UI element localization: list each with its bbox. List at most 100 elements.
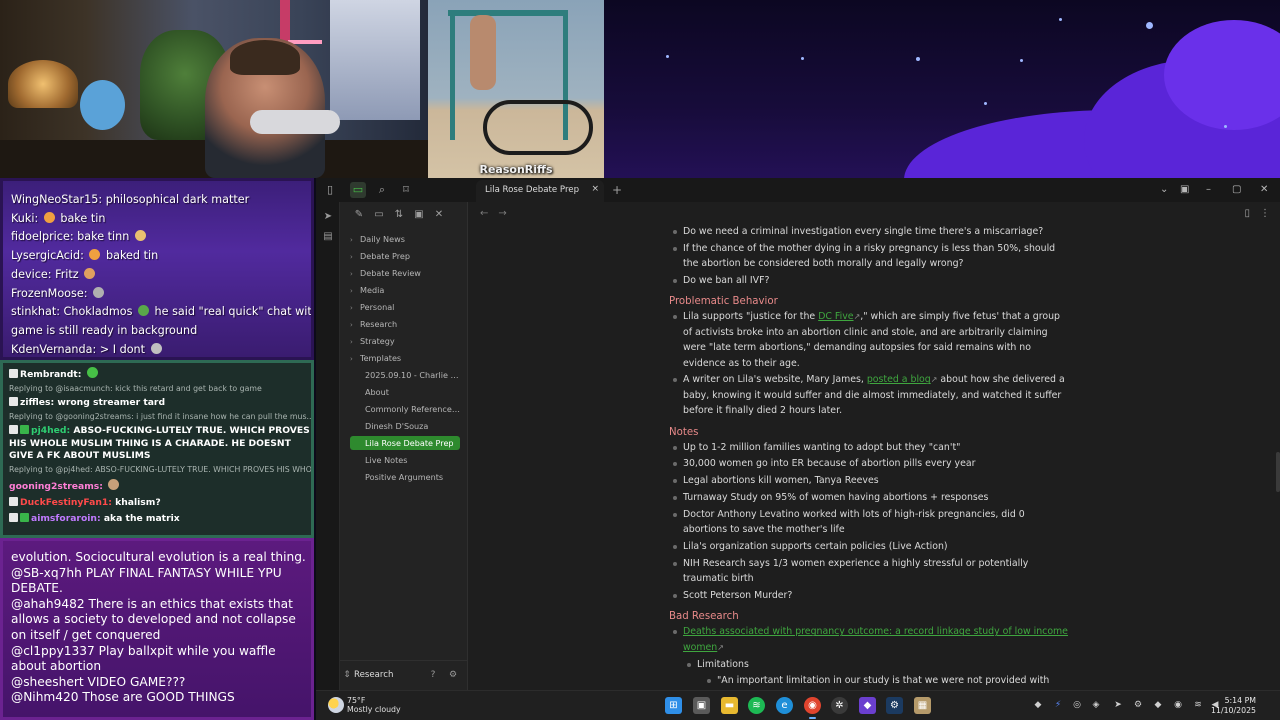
folder-daily-news[interactable]: › Daily News: [350, 232, 460, 246]
close-window-icon[interactable]: ✕: [1260, 183, 1268, 197]
chat-reply-context: Replying to @isaacmunch: kick this retar…: [9, 384, 262, 394]
folder-icon[interactable]: ▭: [350, 182, 366, 198]
badge-icon: [9, 513, 18, 523]
chat-message: game is still ready in background: [11, 323, 198, 337]
new-folder-icon[interactable]: ▭: [372, 208, 386, 222]
chat-message: @Nihm420 Those are GOOD THINGS: [11, 690, 235, 705]
note-editor[interactable]: ← → ▯ ⋮ Do we need a criminal investigatio…: [468, 202, 1280, 690]
tray-icon[interactable]: ◈: [1090, 699, 1102, 711]
tray-icon[interactable]: ➤: [1112, 699, 1124, 711]
maximize-icon[interactable]: ▢: [1232, 183, 1241, 197]
bookmark-icon[interactable]: ⌑: [398, 182, 414, 198]
tab-lila-rose-debate-prep[interactable]: Lila Rose Debate Prep ×: [476, 180, 604, 202]
folder-media[interactable]: › Media: [350, 283, 460, 297]
chat-message: KdenVernanda: > I dont: [11, 341, 311, 357]
forward-arrow-icon[interactable]: →: [498, 208, 506, 219]
emote-icon: [134, 230, 146, 242]
tray-icon[interactable]: ◎: [1071, 699, 1083, 711]
file-dinesh-dsouza[interactable]: Dinesh D'Souza: [350, 419, 460, 433]
steam-icon[interactable]: ⚙: [886, 697, 903, 714]
tray-icon[interactable]: ⚡: [1052, 699, 1064, 711]
card-icon[interactable]: ▤: [321, 230, 335, 244]
help-icon[interactable]: ?: [426, 668, 440, 682]
heading-problematic-behavior: Problematic Behavior: [669, 296, 778, 308]
file-charlie-kirk[interactable]: 2025.09.10 - Charlie Kir...: [350, 368, 460, 382]
tray-icon[interactable]: ⚙: [1132, 699, 1144, 711]
clock-date[interactable]: 11/10/2025: [1211, 706, 1256, 715]
emote-icon: [86, 367, 98, 378]
folder-templates[interactable]: › Templates: [350, 351, 460, 365]
list-item: Deaths associated with pregnancy outcome…: [669, 624, 1069, 655]
list-item: Do we need a criminal investigation ever…: [669, 224, 1069, 239]
vault-switcher[interactable]: ⇕ Research ? ⚙: [340, 660, 468, 690]
clock-time[interactable]: 5:14 PM: [1225, 696, 1256, 705]
minimize-icon[interactable]: –: [1206, 183, 1211, 197]
folder-research[interactable]: › Research: [350, 317, 460, 331]
collapse-icon[interactable]: ▣: [412, 208, 426, 222]
emote-icon: [89, 249, 101, 261]
gear-icon[interactable]: ⚙: [446, 668, 460, 682]
link-posted-a-blog[interactable]: posted a blog: [867, 374, 931, 385]
editor-actions: ▯ ⋮: [1234, 208, 1270, 219]
folder-debate-prep[interactable]: › Debate Prep: [350, 249, 460, 263]
vault-name: Research: [354, 670, 394, 680]
scrollbar[interactable]: [1276, 452, 1280, 492]
file-live-notes[interactable]: Live Notes: [350, 453, 460, 467]
tray-icon[interactable]: ◉: [1172, 699, 1184, 711]
chat-message: DuckFestinyFan1: khalism?: [9, 497, 311, 509]
badge-icon: [9, 369, 18, 378]
tab-close-button[interactable]: ×: [591, 184, 599, 194]
note-content: Do we need a criminal investigation ever…: [669, 224, 1069, 690]
chat-panel-middle: Rembrandt: Replying to @isaacmunch: kick…: [0, 360, 314, 538]
sort-icon[interactable]: ⇅: [392, 208, 406, 222]
webcam-feed: [0, 0, 428, 178]
chrome-icon[interactable]: ◉: [804, 697, 821, 719]
tray-icon[interactable]: ◆: [1032, 699, 1044, 711]
obsidian-icon[interactable]: ◆: [859, 697, 876, 714]
openai-icon[interactable]: ✲: [831, 697, 848, 714]
folder-debate-review[interactable]: › Debate Review: [350, 266, 460, 280]
list-item: "An important limitation in our study is…: [703, 673, 1069, 690]
webcam-streamer-hair: [230, 40, 300, 75]
guest-video: ReasonRiffs: [428, 0, 604, 178]
list-item: Scott Peterson Murder?: [669, 588, 1069, 603]
file-explorer-icon[interactable]: ▬: [721, 697, 738, 714]
back-arrow-icon[interactable]: ←: [480, 208, 488, 219]
list-item: 30,000 women go into ER because of abort…: [669, 456, 1069, 471]
close-icon[interactable]: ✕: [432, 208, 446, 222]
chat-message: @cl1ppy1337 Play ballxpit while you waff…: [11, 643, 276, 674]
guest-video-caption: ReasonRiffs: [479, 163, 553, 176]
spotify-icon[interactable]: ≋: [748, 697, 765, 714]
wifi-icon[interactable]: ≋: [1192, 699, 1204, 711]
chevron-right-icon: ›: [350, 270, 353, 278]
send-icon[interactable]: ➤: [321, 210, 335, 224]
sidebar-toggle-icon[interactable]: ▯: [322, 182, 338, 198]
file-commonly-referenced[interactable]: Commonly Referenced ...: [350, 402, 460, 416]
file-lila-rose-debate-prep[interactable]: Lila Rose Debate Prep: [350, 436, 460, 450]
file-explorer: ✎ ▭ ⇅ ▣ ✕ › Daily News › Debate Prep › Deba…: [340, 202, 468, 690]
file-positive-arguments[interactable]: Positive Arguments: [350, 470, 460, 484]
chat-message: ziffles: wrong streamer tard: [9, 397, 311, 409]
link-deaths-study[interactable]: Deaths associated with pregnancy outcome…: [683, 626, 1068, 652]
star: [1224, 125, 1227, 128]
sub-badge-icon: [20, 425, 29, 435]
task-view-icon[interactable]: ▣: [693, 697, 710, 714]
tray-icon[interactable]: ◆: [1152, 699, 1164, 711]
layout-icon[interactable]: ▣: [1180, 183, 1189, 197]
edge-icon[interactable]: e: [776, 697, 793, 714]
tab-list-icon[interactable]: ⌄: [1160, 183, 1168, 197]
search-icon[interactable]: ⌕: [374, 182, 390, 198]
chat-message: @ahah9482 There is an ethics that exists…: [11, 596, 296, 642]
app-thumbnail-icon[interactable]: ▦: [914, 697, 931, 714]
weather-icon[interactable]: [328, 697, 344, 713]
link-dc-five[interactable]: DC Five: [818, 311, 853, 322]
folder-strategy[interactable]: › Strategy: [350, 334, 460, 348]
more-options-icon[interactable]: ⋮: [1260, 208, 1270, 219]
file-about[interactable]: About: [350, 385, 460, 399]
new-tab-button[interactable]: +: [612, 183, 622, 197]
reading-view-icon[interactable]: ▯: [1244, 208, 1250, 219]
badge-icon: [9, 425, 18, 435]
folder-personal[interactable]: › Personal: [350, 300, 460, 314]
windows-start-icon[interactable]: ⊞: [665, 697, 682, 714]
new-note-icon[interactable]: ✎: [352, 208, 366, 222]
